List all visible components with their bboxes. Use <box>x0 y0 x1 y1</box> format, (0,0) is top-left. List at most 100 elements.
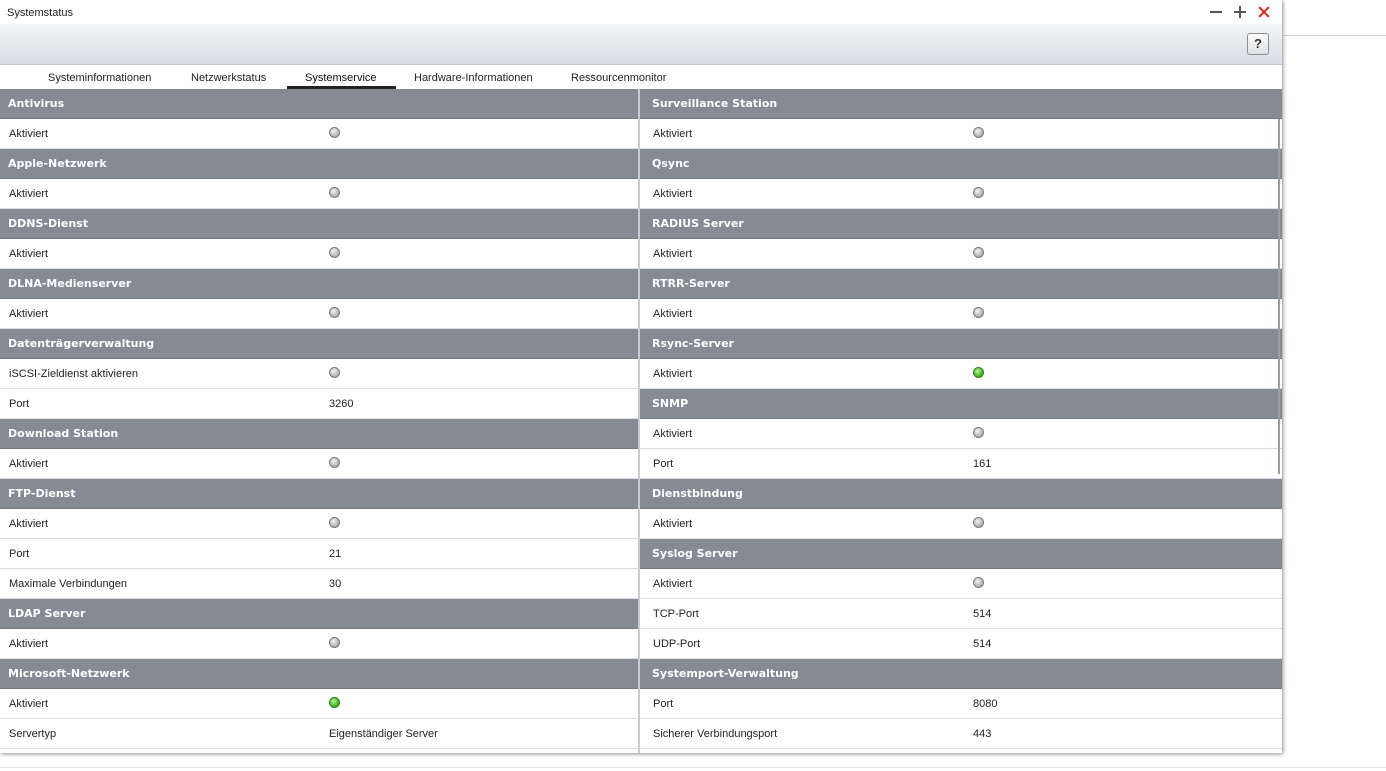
row-value: 8080 <box>973 698 998 710</box>
status-disabled-icon <box>329 457 340 468</box>
maximize-icon[interactable] <box>1232 4 1248 20</box>
table-row: Port 161 <box>640 449 1282 479</box>
group-header-ddns-dienst: DDNS-Dienst <box>0 209 638 239</box>
table-row: Aktiviert <box>0 509 638 539</box>
row-label: Aktiviert <box>653 308 693 320</box>
group-header-dienstbindung: Dienstbindung <box>640 479 1282 509</box>
table-row: Aktiviert <box>640 119 1282 149</box>
minimize-icon[interactable] <box>1208 4 1224 20</box>
row-label: Aktiviert <box>9 248 49 260</box>
row-label: Aktiviert <box>9 698 49 710</box>
group-header-qsync: Qsync <box>640 149 1282 179</box>
status-disabled-icon <box>973 307 984 318</box>
row-label: Aktiviert <box>653 578 693 590</box>
status-disabled-icon <box>973 577 984 588</box>
row-label: Aktiviert <box>653 188 693 200</box>
table-row: Aktiviert <box>0 179 638 209</box>
group-header-surveillance-station: Surveillance Station <box>640 89 1282 119</box>
group-header-download-station: Download Station <box>0 419 638 449</box>
row-label: Aktiviert <box>9 128 49 140</box>
row-value: 443 <box>973 728 992 740</box>
services-right-column[interactable]: Surveillance Station Aktiviert Qsync Aktivi… <box>640 89 1282 753</box>
row-label: Aktiviert <box>653 428 693 440</box>
group-header-microsoft-netzwerk: Microsoft-Netzwerk <box>0 659 638 689</box>
table-row: UDP-Port 514 <box>640 629 1282 659</box>
row-label: Aktiviert <box>9 638 49 650</box>
group-header-datenträgerverwaltung: Datenträgerverwaltung <box>0 329 638 359</box>
status-disabled-icon <box>329 517 340 528</box>
table-row: Aktiviert <box>640 509 1282 539</box>
row-label: Port <box>9 398 30 410</box>
tab-ressourcenmonitor[interactable]: Ressourcenmonitor <box>571 72 666 84</box>
table-row: iSCSI-Zieldienst aktivieren <box>0 359 638 389</box>
table-row: Port 8080 <box>640 689 1282 719</box>
status-disabled-icon <box>329 637 340 648</box>
table-row: Aktiviert <box>0 629 638 659</box>
group-header-rtrr-server: RTRR-Server <box>640 269 1282 299</box>
tab-systeminformationen[interactable]: Systeminformationen <box>48 72 151 84</box>
status-disabled-icon <box>973 247 984 258</box>
window-title: Systemstatus <box>7 7 74 19</box>
background-divider-bottom <box>0 767 1386 768</box>
tab-hardware-informationen[interactable]: Hardware-Informationen <box>414 72 533 84</box>
table-row: Sicherer Verbindungsport 443 <box>640 719 1282 749</box>
group-header-rsync-server: Rsync-Server <box>640 329 1282 359</box>
status-disabled-icon <box>329 247 340 258</box>
table-row: Aktiviert <box>640 359 1282 389</box>
table-row: Aktiviert <box>0 449 638 479</box>
row-value: 514 <box>973 608 992 620</box>
group-header-apple-netzwerk: Apple-Netzwerk <box>0 149 638 179</box>
row-label: Aktiviert <box>9 458 49 470</box>
toolbar: ? <box>0 24 1282 65</box>
table-row: Port 21 <box>0 539 638 569</box>
row-label: Aktiviert <box>653 368 693 380</box>
status-disabled-icon <box>973 517 984 528</box>
row-label: Aktiviert <box>9 308 49 320</box>
row-label: Port <box>9 548 30 560</box>
tab-netzwerkstatus[interactable]: Netzwerkstatus <box>191 72 266 84</box>
row-label: Aktiviert <box>9 518 49 530</box>
table-row: Aktiviert <box>640 299 1282 329</box>
row-value: 161 <box>973 458 992 470</box>
group-header-radius-server: RADIUS Server <box>640 209 1282 239</box>
group-header-ftp-dienst: FTP-Dienst <box>0 479 638 509</box>
table-row: Aktiviert <box>640 419 1282 449</box>
group-header-ldap-server: LDAP Server <box>0 599 638 629</box>
row-label: Port <box>653 458 674 470</box>
table-row: TCP-Port 514 <box>640 599 1282 629</box>
row-value: 514 <box>973 638 992 650</box>
table-row: Maximale Verbindungen 30 <box>0 569 638 599</box>
table-row: Aktiviert <box>640 179 1282 209</box>
row-value: 30 <box>329 578 342 590</box>
scrollbar[interactable] <box>1278 119 1280 474</box>
status-disabled-icon <box>329 307 340 318</box>
row-label: Aktiviert <box>653 128 693 140</box>
status-disabled-icon <box>329 127 340 138</box>
title-bar[interactable]: Systemstatus <box>0 0 1282 24</box>
group-header-antivirus: Antivirus <box>0 89 638 119</box>
table-row: Aktiviert <box>0 299 638 329</box>
close-icon[interactable] <box>1256 4 1272 20</box>
group-header-syslog-server: Syslog Server <box>640 539 1282 569</box>
tab-systemservice[interactable]: Systemservice <box>305 72 377 84</box>
services-left-column[interactable]: Antivirus Aktiviert Apple-Netzwerk Aktivier… <box>0 89 638 753</box>
group-header-dlna-medienserver: DLNA-Medienserver <box>0 269 638 299</box>
table-row: Aktiviert <box>640 569 1282 599</box>
row-label: Aktiviert <box>653 248 693 260</box>
status-enabled-icon <box>329 697 340 708</box>
row-label: Aktiviert <box>653 518 693 530</box>
status-disabled-icon <box>329 187 340 198</box>
row-label: Aktiviert <box>9 188 49 200</box>
row-value: 3260 <box>329 398 354 410</box>
group-header-systemport-verwaltung: Systemport-Verwaltung <box>640 659 1282 689</box>
group-header-snmp: SNMP <box>640 389 1282 419</box>
background-divider <box>1284 35 1386 36</box>
table-row: Servertyp Eigenständiger Server <box>0 719 638 749</box>
row-label: Sicherer Verbindungsport <box>653 728 778 740</box>
help-button[interactable]: ? <box>1247 33 1269 55</box>
table-row: Aktiviert <box>0 239 638 269</box>
table-row: Aktiviert <box>0 689 638 719</box>
status-disabled-icon <box>973 427 984 438</box>
row-label: TCP-Port <box>653 608 699 620</box>
table-row: Aktiviert <box>640 239 1282 269</box>
